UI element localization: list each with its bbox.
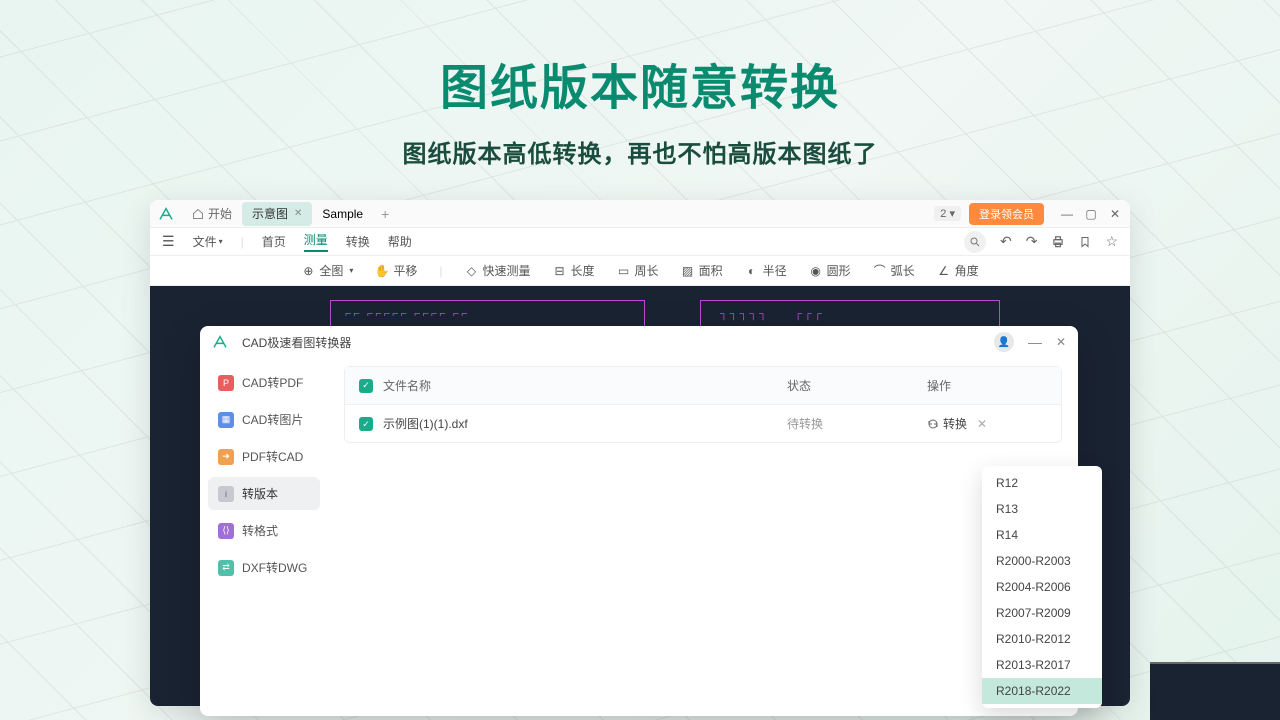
sidebar-dxf-to-dwg[interactable]: ⇄DXF转DWG (208, 551, 320, 584)
hand-icon: ✋ (375, 264, 389, 278)
file-table: ✓ 文件名称 状态 操作 ✓ 示例图(1)(1).dxf 待转换 转换 ✕ (344, 366, 1062, 443)
cad-icon: ➜ (218, 449, 234, 465)
decorative-dark-panel (1150, 662, 1280, 720)
tool-arc[interactable]: ⌒弧长 (873, 262, 915, 279)
maximize-icon[interactable]: ▢ (1084, 207, 1098, 221)
user-avatar-icon[interactable]: 👤 (994, 332, 1014, 352)
circle-icon: ◉ (809, 264, 823, 278)
minimize-icon[interactable]: — (1060, 207, 1074, 221)
version-option[interactable]: R2000-R2003 (982, 548, 1102, 574)
menu-home[interactable]: 首页 (262, 233, 286, 250)
row-checkbox[interactable]: ✓ (359, 417, 373, 431)
table-header: ✓ 文件名称 状态 操作 (345, 367, 1061, 404)
close-icon[interactable]: ✕ (294, 208, 302, 219)
version-option[interactable]: R2013-R2017 (982, 652, 1102, 678)
dwg-icon: ⇄ (218, 560, 234, 576)
file-menu[interactable]: 文件 ▾ (193, 233, 223, 250)
converter-close-icon[interactable]: ✕ (1056, 335, 1066, 349)
tool-perimeter[interactable]: ▭周长 (617, 262, 659, 279)
angle-icon: ∠ (937, 264, 951, 278)
menu-help[interactable]: 帮助 (388, 233, 412, 250)
arc-icon: ⌒ (873, 264, 887, 278)
tab-active[interactable]: 示意图 ✕ (242, 202, 312, 226)
print-icon[interactable] (1051, 235, 1065, 249)
col-status: 状态 (787, 377, 927, 394)
tool-pan[interactable]: ✋平移 (375, 262, 417, 279)
ruler-icon: ⊟ (553, 264, 567, 278)
converter-sidebar: PCAD转PDF ▦CAD转图片 ➜PDF转CAD i转版本 ⟨⟩转格式 ⇄DX… (200, 358, 328, 716)
hero-title: 图纸版本随意转换 (0, 48, 1280, 118)
home-icon (192, 208, 204, 220)
menubar: ☰ 文件 ▾ | 首页 测量 转换 帮助 ↶ ↷ ☆ (150, 228, 1130, 256)
version-option[interactable]: R13 (982, 496, 1102, 522)
converter-titlebar: CAD极速看图转换器 👤 — ✕ (200, 326, 1078, 358)
home-tab[interactable]: 开始 (182, 205, 242, 222)
format-icon: ⟨⟩ (218, 523, 234, 539)
radius-icon: ◐ (745, 264, 759, 278)
converter-logo-icon (212, 334, 228, 350)
tool-quick-measure[interactable]: ◇快速测量 (465, 262, 531, 279)
tool-circle[interactable]: ◉圆形 (809, 262, 851, 279)
app-logo-icon (158, 206, 174, 222)
version-option[interactable]: R2004-R2006 (982, 574, 1102, 600)
converter-main: ✓ 文件名称 状态 操作 ✓ 示例图(1)(1).dxf 待转换 转换 ✕ (328, 358, 1078, 716)
login-button[interactable]: 登录领会员 (969, 203, 1044, 225)
version-option[interactable]: R14 (982, 522, 1102, 548)
pdf-icon: P (218, 375, 234, 391)
search-icon[interactable] (964, 231, 986, 253)
version-dropdown: R12R13R14R2000-R2003R2004-R2006R2007-R20… (982, 466, 1102, 708)
version-option[interactable]: R2010-R2012 (982, 626, 1102, 652)
convert-button[interactable]: 转换 (927, 415, 967, 432)
sidebar-version-convert[interactable]: i转版本 (208, 477, 320, 510)
col-ops: 操作 (927, 377, 1047, 394)
titlebar: 开始 示意图 ✕ Sample + 2 ▾ 登录领会员 — ▢ ✕ (150, 200, 1130, 228)
toolbar: ⊕全图 ▾ ✋平移 | ◇快速测量 ⊟长度 ▭周长 ▨面积 ◐半径 ◉圆形 ⌒弧… (150, 256, 1130, 286)
version-option[interactable]: R12 (982, 470, 1102, 496)
row-filename: 示例图(1)(1).dxf (383, 415, 787, 432)
menu-icon[interactable]: ☰ (162, 233, 175, 250)
tab-sample[interactable]: Sample (312, 202, 373, 226)
sidebar-cad-to-pdf[interactable]: PCAD转PDF (208, 366, 320, 399)
tool-area[interactable]: ▨面积 (681, 262, 723, 279)
select-all-checkbox[interactable]: ✓ (359, 379, 373, 393)
sidebar-cad-to-image[interactable]: ▦CAD转图片 (208, 403, 320, 436)
table-row: ✓ 示例图(1)(1).dxf 待转换 转换 ✕ (345, 404, 1061, 442)
hero-subtitle: 图纸版本高低转换，再也不怕高版本图纸了 (0, 134, 1280, 169)
area-icon: ▨ (681, 264, 695, 278)
tool-fit[interactable]: ⊕全图 ▾ (301, 262, 353, 279)
converter-title: CAD极速看图转换器 (242, 334, 351, 351)
converter-minimize-icon[interactable]: — (1028, 334, 1042, 350)
sidebar-pdf-to-cad[interactable]: ➜PDF转CAD (208, 440, 320, 473)
redo-icon[interactable]: ↷ (1026, 233, 1038, 250)
notification-badge[interactable]: 2 ▾ (934, 206, 961, 221)
menu-measure[interactable]: 测量 (304, 231, 328, 252)
tool-length[interactable]: ⊟长度 (553, 262, 595, 279)
image-icon: ▦ (218, 412, 234, 428)
row-status: 待转换 (787, 415, 927, 432)
row-remove-icon[interactable]: ✕ (977, 417, 987, 431)
add-tab-button[interactable]: + (373, 206, 397, 222)
bookmark-icon[interactable] (1079, 236, 1091, 248)
close-window-icon[interactable]: ✕ (1108, 207, 1122, 221)
tool-angle[interactable]: ∠角度 (937, 262, 979, 279)
tool-radius[interactable]: ◐半径 (745, 262, 787, 279)
quick-measure-icon: ◇ (465, 264, 479, 278)
col-filename: 文件名称 (383, 377, 787, 394)
converter-dialog: CAD极速看图转换器 👤 — ✕ PCAD转PDF ▦CAD转图片 ➜PDF转C… (200, 326, 1078, 716)
perimeter-icon: ▭ (617, 264, 631, 278)
menu-convert[interactable]: 转换 (346, 233, 370, 250)
star-icon[interactable]: ☆ (1105, 233, 1118, 250)
version-option[interactable]: R2007-R2009 (982, 600, 1102, 626)
sidebar-format-convert[interactable]: ⟨⟩转格式 (208, 514, 320, 547)
refresh-icon (927, 418, 939, 430)
undo-icon[interactable]: ↶ (1000, 233, 1012, 250)
version-option[interactable]: R2018-R2022 (982, 678, 1102, 704)
zoom-fit-icon: ⊕ (301, 264, 315, 278)
version-icon: i (218, 486, 234, 502)
